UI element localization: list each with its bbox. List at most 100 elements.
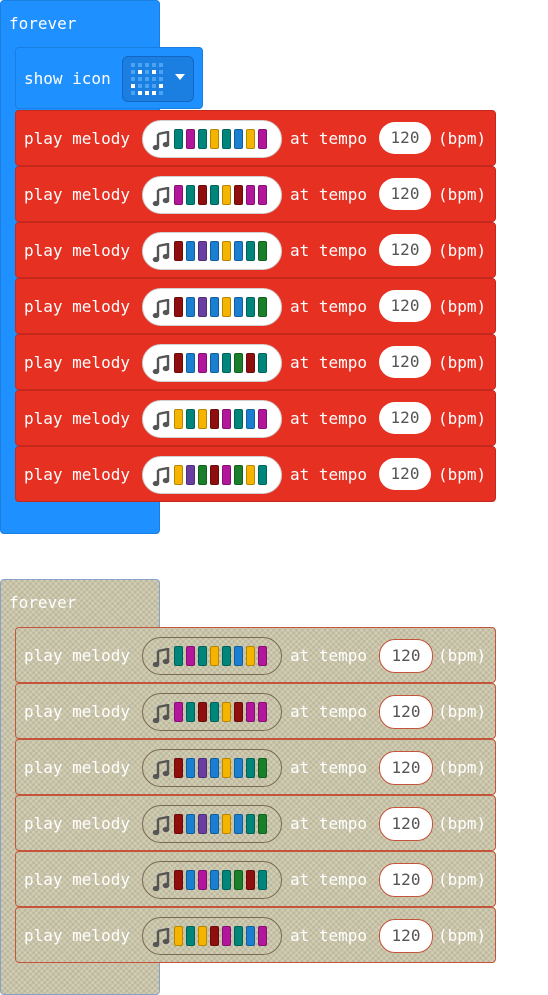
- tempo-input[interactable]: 120: [379, 751, 433, 785]
- melody-picker[interactable]: [142, 637, 282, 675]
- note-bar: [174, 241, 183, 261]
- play-melody-block[interactable]: play melody at tempo 120 (bpm): [15, 627, 496, 683]
- note-bar: [222, 129, 231, 149]
- music-note-icon: [152, 411, 170, 431]
- play-melody-block[interactable]: play melody at tempo 120 (bpm): [15, 110, 496, 166]
- note-bar: [258, 926, 267, 946]
- play-melody-label: play melody: [24, 297, 130, 316]
- note-bar: [210, 702, 219, 722]
- play-melody-block[interactable]: play melody at tempo 120 (bpm): [15, 683, 496, 739]
- at-tempo-label: at tempo: [290, 758, 368, 777]
- note-bar: [258, 465, 267, 485]
- note-bar: [174, 353, 183, 373]
- note-bar: [246, 185, 255, 205]
- forever-label: forever: [9, 593, 77, 612]
- show-icon-block[interactable]: show icon: [15, 47, 203, 109]
- bpm-label: (bpm): [438, 129, 487, 148]
- melody-picker[interactable]: [142, 749, 282, 787]
- note-bar: [234, 409, 243, 429]
- melody-picker[interactable]: [142, 400, 282, 438]
- note-bar: [186, 926, 195, 946]
- at-tempo-label: at tempo: [290, 646, 368, 665]
- play-melody-block[interactable]: play melody at tempo 120 (bpm): [15, 446, 496, 502]
- tempo-input[interactable]: 120: [379, 639, 433, 673]
- note-bar: [210, 353, 219, 373]
- melody-picker[interactable]: [142, 232, 282, 270]
- note-bar: [258, 702, 267, 722]
- note-bar: [234, 465, 243, 485]
- play-melody-label: play melody: [24, 814, 130, 833]
- note-bar: [210, 814, 219, 834]
- play-melody-block[interactable]: play melody at tempo 120 (bpm): [15, 166, 496, 222]
- note-bar: [174, 129, 183, 149]
- at-tempo-label: at tempo: [290, 702, 368, 721]
- play-melody-label: play melody: [24, 409, 130, 428]
- melody-picker[interactable]: [142, 917, 282, 955]
- icon-picker[interactable]: [122, 56, 194, 102]
- note-bar: [198, 409, 207, 429]
- bpm-label: (bpm): [438, 814, 487, 833]
- bpm-label: (bpm): [438, 353, 487, 372]
- note-bar: [210, 646, 219, 666]
- note-bar: [222, 185, 231, 205]
- note-bar: [198, 465, 207, 485]
- forever-label: forever: [9, 14, 77, 33]
- led-cell: [138, 70, 142, 74]
- led-cell: [138, 84, 142, 88]
- melody-picker[interactable]: [142, 288, 282, 326]
- led-cell: [152, 91, 156, 95]
- at-tempo-label: at tempo: [290, 185, 368, 204]
- tempo-input[interactable]: 120: [379, 402, 431, 434]
- note-bar: [234, 758, 243, 778]
- note-bar: [246, 129, 255, 149]
- play-melody-block[interactable]: play melody at tempo 120 (bpm): [15, 334, 496, 390]
- led-cell: [131, 70, 135, 74]
- tempo-input[interactable]: 120: [379, 807, 433, 841]
- note-bar: [174, 185, 183, 205]
- note-bar: [246, 758, 255, 778]
- led-cell: [131, 77, 135, 81]
- note-bar: [246, 353, 255, 373]
- play-melody-block[interactable]: play melody at tempo 120 (bpm): [15, 907, 496, 963]
- tempo-input[interactable]: 120: [379, 458, 431, 490]
- tempo-input[interactable]: 120: [379, 919, 433, 953]
- led-cell: [152, 63, 156, 67]
- music-note-icon: [152, 648, 170, 668]
- melody-picker[interactable]: [142, 344, 282, 382]
- note-bar: [234, 129, 243, 149]
- play-melody-block[interactable]: play melody at tempo 120 (bpm): [15, 739, 496, 795]
- led-cell: [138, 63, 142, 67]
- tempo-input[interactable]: 120: [379, 863, 433, 897]
- tempo-input[interactable]: 120: [379, 290, 431, 322]
- note-bar: [174, 646, 183, 666]
- note-bar: [246, 702, 255, 722]
- note-bar: [234, 297, 243, 317]
- led-cell: [145, 70, 149, 74]
- chevron-down-icon: [175, 74, 185, 80]
- tempo-input[interactable]: 120: [379, 346, 431, 378]
- play-melody-label: play melody: [24, 185, 130, 204]
- note-bar: [198, 702, 207, 722]
- melody-picker[interactable]: [142, 861, 282, 899]
- note-bar: [234, 353, 243, 373]
- melody-picker[interactable]: [142, 693, 282, 731]
- tempo-input[interactable]: 120: [379, 234, 431, 266]
- play-melody-block[interactable]: play melody at tempo 120 (bpm): [15, 222, 496, 278]
- note-bar: [246, 926, 255, 946]
- tempo-input[interactable]: 120: [379, 122, 431, 154]
- music-note-icon: [152, 131, 170, 151]
- play-melody-block[interactable]: play melody at tempo 120 (bpm): [15, 278, 496, 334]
- melody-picker[interactable]: [142, 805, 282, 843]
- play-melody-label: play melody: [24, 646, 130, 665]
- note-bar: [258, 241, 267, 261]
- note-bar: [222, 758, 231, 778]
- play-melody-block[interactable]: play melody at tempo 120 (bpm): [15, 390, 496, 446]
- tempo-input[interactable]: 120: [379, 695, 433, 729]
- melody-picker[interactable]: [142, 176, 282, 214]
- melody-picker[interactable]: [142, 456, 282, 494]
- note-bar: [198, 241, 207, 261]
- play-melody-block[interactable]: play melody at tempo 120 (bpm): [15, 851, 496, 907]
- tempo-input[interactable]: 120: [379, 178, 431, 210]
- play-melody-block[interactable]: play melody at tempo 120 (bpm): [15, 795, 496, 851]
- melody-picker[interactable]: [142, 120, 282, 158]
